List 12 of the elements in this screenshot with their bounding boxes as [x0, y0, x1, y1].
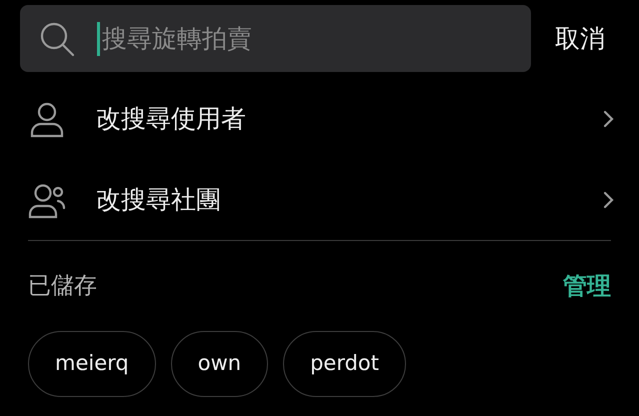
chevron-icon: [601, 108, 615, 128]
cancel-button[interactable]: 取消: [555, 20, 605, 58]
saved-search-chip[interactable]: meierq: [28, 331, 156, 397]
saved-search-chip[interactable]: own: [170, 331, 268, 397]
manage-link[interactable]: 管理: [563, 268, 611, 304]
search-input[interactable]: 搜尋旋轉拍賣: [100, 20, 513, 58]
search-option[interactable]: 改搜尋使用者: [0, 78, 639, 159]
search-field[interactable]: 搜尋旋轉拍賣: [20, 5, 531, 72]
section-title: 已儲存: [28, 272, 97, 301]
search-option[interactable]: 改搜尋社團: [0, 159, 639, 240]
chevron-icon: [601, 190, 615, 210]
saved-search-chip[interactable]: perdot: [283, 331, 406, 397]
